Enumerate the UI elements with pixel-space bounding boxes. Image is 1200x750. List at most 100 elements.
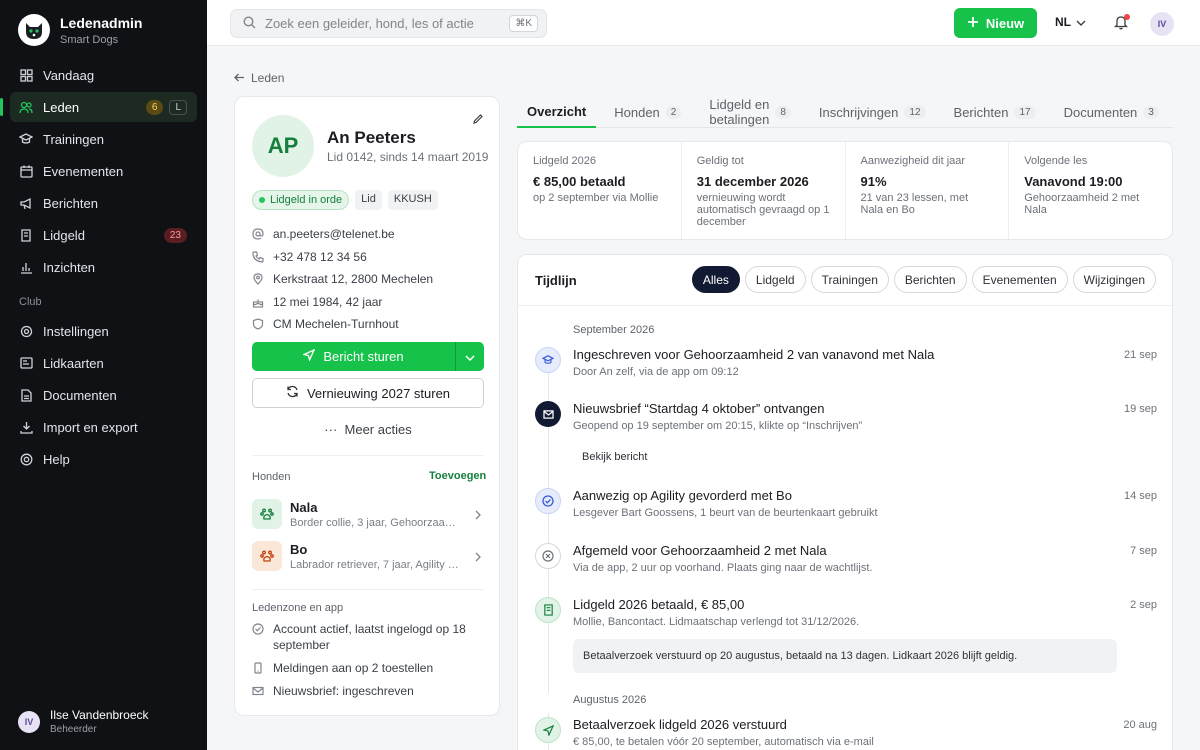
stat-lidgeld: Lidgeld 2026 € 85,00 betaald op 2 septem… bbox=[518, 142, 682, 239]
mail-icon bbox=[252, 685, 264, 697]
nav-label: Documenten bbox=[43, 387, 117, 403]
tab-count: 8 bbox=[775, 105, 791, 119]
dog-sub: Labrador retriever, 7 jaar, Agility gevo… bbox=[290, 558, 460, 571]
search-shortcut: ⌘K bbox=[509, 15, 538, 32]
filter-lidgeld[interactable]: Lidgeld bbox=[744, 266, 806, 293]
check-circle-icon bbox=[252, 623, 264, 635]
new-button[interactable]: Nieuw bbox=[954, 8, 1037, 38]
nav-item-help[interactable]: Help bbox=[10, 444, 197, 474]
pencil-icon[interactable] bbox=[472, 113, 484, 125]
nav-item-evenementen[interactable]: Evenementen bbox=[10, 156, 197, 186]
add-dog-link[interactable]: Toevoegen bbox=[429, 470, 486, 482]
filter-berichten[interactable]: Berichten bbox=[893, 266, 967, 293]
nav-label: Trainingen bbox=[43, 131, 104, 147]
nav-label: Instellingen bbox=[43, 323, 109, 339]
shortcut-key: L bbox=[169, 99, 187, 115]
email-row[interactable]: an.peeters@telenet.be bbox=[252, 223, 492, 246]
event-title: Ingeschreven voor Gehoorzaamheid 2 van v… bbox=[573, 347, 935, 362]
summary-stats: Lidgeld 2026 € 85,00 betaald op 2 septem… bbox=[517, 141, 1173, 240]
tab-lidgeld[interactable]: Lidgeld en betalingen 8 bbox=[699, 96, 801, 128]
stat-sub: Gehoorzaamheid 2 met Nala bbox=[1024, 192, 1140, 216]
nav-item-instellingen[interactable]: Instellingen bbox=[10, 316, 197, 346]
tab-count: 3 bbox=[1143, 105, 1159, 119]
current-user[interactable]: IV Ilse Vandenbroeck Beheerder bbox=[18, 708, 149, 735]
chevron-down-icon bbox=[465, 349, 475, 364]
tab-inschrijvingen[interactable]: Inschrijvingen 12 bbox=[809, 96, 936, 128]
phone-icon bbox=[252, 251, 264, 263]
birthday-text: 12 mei 1984, 42 jaar bbox=[273, 294, 383, 309]
user-role: Beheerder bbox=[50, 724, 97, 735]
send-renewal-button[interactable]: Vernieuwing 2027 sturen bbox=[252, 378, 484, 408]
timeline-filters: Alles Lidgeld Trainingen Berichten Evene… bbox=[691, 266, 1156, 293]
send-options-dropdown[interactable] bbox=[455, 342, 484, 371]
tab-documenten[interactable]: Documenten 3 bbox=[1054, 96, 1169, 128]
insurance-row: CM Mechelen-Turnhout bbox=[252, 313, 492, 336]
count-badge: 23 bbox=[163, 227, 187, 243]
search-input[interactable]: Zoek een geleider, hond, les of actie ⌘K bbox=[230, 9, 547, 38]
send-message-button[interactable]: Bericht sturen bbox=[252, 342, 484, 371]
event-note: Betaalverzoek verstuurd op 20 augustus, … bbox=[573, 639, 1117, 673]
shield-icon bbox=[252, 318, 264, 330]
nav-item-lidkaarten[interactable]: Lidkaarten bbox=[10, 348, 197, 378]
more-actions-button[interactable]: ··· Meer acties bbox=[252, 422, 484, 437]
dog-name: Nala bbox=[290, 499, 318, 515]
notifications-status-text: Meldingen aan op 2 toestellen bbox=[273, 661, 434, 675]
nav-label: Lidkaarten bbox=[43, 355, 104, 371]
plus-icon bbox=[967, 16, 979, 31]
newsletter-status: Nieuwsbrief: ingeschreven bbox=[252, 683, 484, 699]
filter-trainingen[interactable]: Trainingen bbox=[810, 266, 889, 293]
divider bbox=[252, 589, 484, 590]
avatar[interactable]: IV bbox=[1150, 12, 1174, 36]
dog-item-bo[interactable]: Bo Labrador retriever, 7 jaar, Agility g… bbox=[252, 539, 484, 573]
filter-alles[interactable]: Alles bbox=[691, 266, 740, 293]
timeline-title: Tijdlijn bbox=[535, 273, 577, 288]
dog-item-nala[interactable]: Nala Border collie, 3 jaar, Gehoorzaamhe… bbox=[252, 497, 484, 531]
view-message-link[interactable]: Bekijk bericht bbox=[582, 451, 647, 463]
nav-item-documenten[interactable]: Documenten bbox=[10, 380, 197, 410]
nav-item-import-export[interactable]: Import en export bbox=[10, 412, 197, 442]
avatar: IV bbox=[18, 710, 40, 733]
nav-item-leden[interactable]: Leden 6 L bbox=[0, 92, 197, 122]
phone-row[interactable]: +32 478 12 34 56 bbox=[252, 246, 492, 269]
stat-value: € 85,00 betaald bbox=[533, 174, 626, 189]
tab-count: 2 bbox=[665, 105, 682, 119]
insurance-text: CM Mechelen-Turnhout bbox=[273, 317, 399, 332]
tab-overzicht[interactable]: Overzicht bbox=[517, 96, 597, 128]
sidebar: Ledenadmin Smart Dogs Vandaag Leden 6 L … bbox=[0, 0, 207, 750]
stat-sub: op 2 september via Mollie bbox=[533, 192, 659, 204]
new-button-label: Nieuw bbox=[985, 15, 1025, 31]
dog-name: Bo bbox=[290, 541, 308, 557]
tag: KKUSH bbox=[387, 190, 438, 210]
tab-label: Overzicht bbox=[527, 103, 587, 119]
brand[interactable]: Ledenadmin Smart Dogs bbox=[18, 14, 142, 46]
filter-wijzigingen[interactable]: Wijzigingen bbox=[1072, 266, 1156, 293]
back-label: Leden bbox=[251, 71, 285, 85]
address-text: Kerkstraat 12, 2800 Mechelen bbox=[273, 272, 434, 287]
chevron-down-icon bbox=[1076, 15, 1086, 29]
event-date: 20 aug bbox=[1123, 719, 1157, 731]
id-card-icon bbox=[19, 356, 33, 370]
nav-item-inzichten[interactable]: Inzichten bbox=[10, 252, 197, 282]
language-select[interactable]: NL bbox=[1055, 15, 1086, 29]
receipt-icon bbox=[535, 597, 561, 623]
nav-item-berichten[interactable]: Berichten bbox=[10, 188, 197, 218]
member-tags: Lidgeld in orde Lid KKUSH bbox=[252, 190, 438, 210]
tab-honden[interactable]: Honden 2 bbox=[604, 96, 691, 128]
filter-evenementen[interactable]: Evenementen bbox=[971, 266, 1068, 293]
profile-card: AP An Peeters Lid 0142, sinds 14 maart 2… bbox=[234, 96, 500, 716]
search-placeholder: Zoek een geleider, hond, les of actie bbox=[265, 16, 474, 31]
gear-icon bbox=[19, 324, 33, 338]
back-link[interactable]: Leden bbox=[234, 71, 284, 85]
month-label: September 2026 bbox=[573, 324, 655, 336]
send-message-main[interactable]: Bericht sturen bbox=[252, 342, 455, 371]
dog-sub: Border collie, 3 jaar, Gehoorzaamheid 2 bbox=[290, 516, 460, 529]
stat-volgende-les: Volgende les Vanavond 19:00 Gehoorzaamhe… bbox=[1009, 142, 1172, 239]
nav-label: Lidgeld bbox=[43, 227, 85, 243]
event-date: 21 sep bbox=[1123, 349, 1157, 361]
nav-item-vandaag[interactable]: Vandaag bbox=[10, 60, 197, 90]
nav-item-trainingen[interactable]: Trainingen bbox=[10, 124, 197, 154]
search-icon bbox=[243, 15, 256, 32]
nav-item-lidgeld[interactable]: Lidgeld 23 bbox=[10, 220, 197, 250]
tab-label: Lidgeld en betalingen bbox=[709, 97, 770, 127]
tab-berichten[interactable]: Berichten 17 bbox=[944, 96, 1046, 128]
